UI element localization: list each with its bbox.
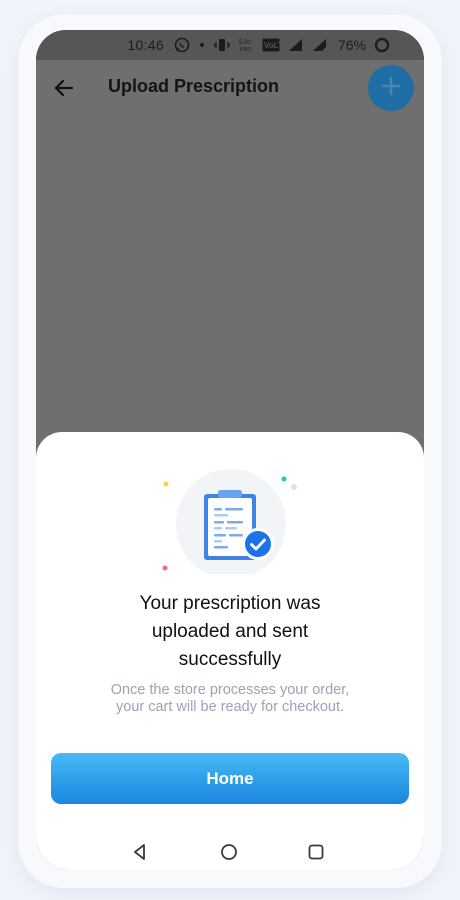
nav-back-button[interactable] bbox=[128, 840, 152, 864]
svg-text:5.00: 5.00 bbox=[239, 40, 251, 46]
battery-ring-icon bbox=[374, 37, 390, 53]
back-triangle-icon bbox=[128, 844, 152, 868]
svg-text:VoLTE: VoLTE bbox=[264, 41, 280, 50]
system-nav-bar bbox=[36, 840, 424, 870]
signal-icon bbox=[312, 38, 328, 52]
vibrate-icon bbox=[213, 38, 230, 52]
battery-level: 76% bbox=[337, 37, 366, 53]
signal-icon bbox=[288, 38, 304, 52]
home-button[interactable]: Home bbox=[51, 753, 409, 804]
success-title-line: uploaded and sent bbox=[151, 621, 309, 642]
app-bar: Upload Prescription bbox=[36, 60, 424, 116]
svg-text:KB/S: KB/S bbox=[240, 47, 252, 52]
volte-icon: VoLTE bbox=[262, 38, 280, 52]
prescription-clipboard-check-icon bbox=[146, 444, 306, 579]
status-bar: 10:46 5.00KB/S VoLTE 76% bbox=[36, 30, 424, 60]
success-subtitle-line: your cart will be ready for checkout. bbox=[115, 699, 345, 715]
home-circle-icon bbox=[217, 844, 241, 868]
back-button[interactable] bbox=[52, 74, 76, 102]
success-title: Your prescription was uploaded and sent … bbox=[76, 590, 384, 674]
plus-icon bbox=[381, 76, 401, 101]
status-time: 10:46 bbox=[127, 37, 164, 53]
whatsapp-icon bbox=[174, 37, 190, 53]
success-title-line: Your prescription was bbox=[139, 593, 321, 614]
success-title-line: successfully bbox=[178, 649, 282, 670]
nav-home-button[interactable] bbox=[217, 840, 241, 864]
network-speed-icon: 5.00 KB/S bbox=[238, 38, 254, 52]
success-bottom-sheet: Your prescription was uploaded and sent … bbox=[36, 432, 424, 870]
add-prescription-button[interactable] bbox=[368, 65, 414, 111]
dot-icon bbox=[198, 41, 206, 49]
phone-screen: 10:46 5.00KB/S VoLTE 76% bbox=[36, 30, 424, 870]
arrow-left-icon bbox=[52, 79, 76, 106]
nav-recents-button[interactable] bbox=[304, 840, 328, 864]
recents-square-icon bbox=[304, 844, 328, 868]
success-subtitle: Once the store processes your order, you… bbox=[66, 682, 394, 716]
page-title: Upload Prescription bbox=[108, 76, 280, 96]
success-subtitle-line: Once the store processes your order, bbox=[110, 682, 350, 698]
